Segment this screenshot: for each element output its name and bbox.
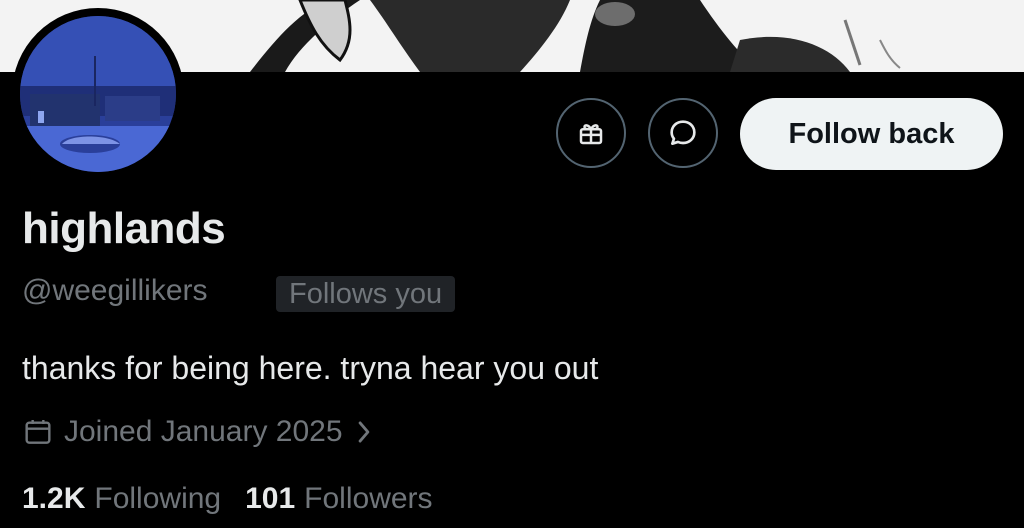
gift-button[interactable] — [556, 98, 626, 168]
gift-icon — [579, 124, 603, 145]
follows-you-badge: Follows you — [276, 276, 456, 312]
followers-label: Followers — [304, 482, 433, 515]
message-icon — [670, 120, 696, 145]
follow-stats: 1.2K Following 101 Followers — [22, 482, 457, 516]
username-handle: @weegillikers — [22, 274, 208, 307]
joined-date[interactable]: Joined January 2025 — [22, 414, 373, 450]
profile-bio: thanks for being here. tryna hear you ou… — [22, 350, 599, 386]
following-link[interactable]: 1.2K Following — [22, 482, 221, 516]
followers-link[interactable]: 101 Followers — [245, 482, 432, 516]
message-button[interactable] — [648, 98, 718, 168]
calendar-icon — [22, 416, 54, 448]
followers-count: 101 — [245, 482, 296, 515]
follow-back-button[interactable]: Follow back — [740, 98, 1003, 170]
following-count: 1.2K — [22, 482, 86, 515]
avatar-image — [20, 16, 176, 172]
chevron-right-icon — [355, 419, 373, 445]
joined-date-text: Joined January 2025 — [64, 415, 343, 448]
following-label: Following — [94, 482, 222, 515]
display-name: highlands — [22, 204, 226, 253]
avatar[interactable] — [12, 8, 184, 180]
